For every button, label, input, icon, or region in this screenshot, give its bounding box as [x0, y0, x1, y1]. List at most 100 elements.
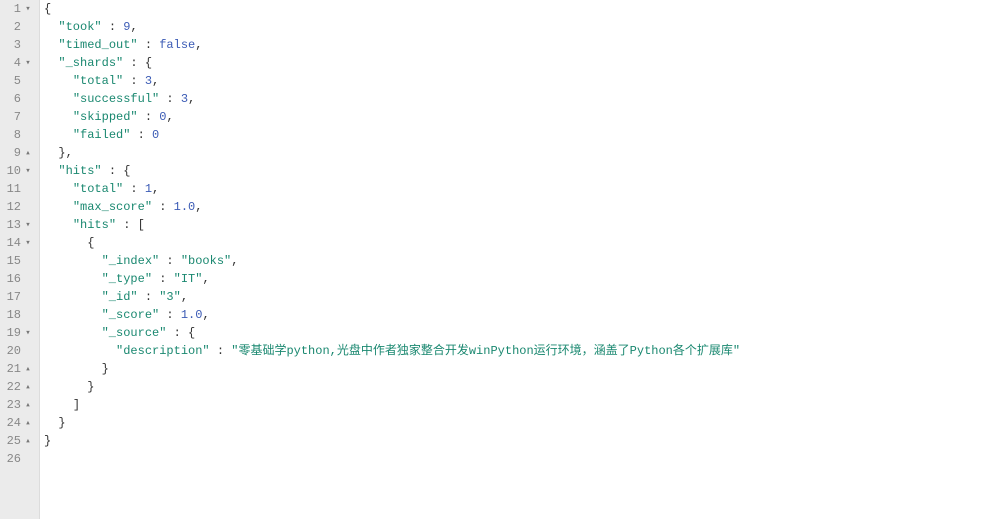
indent — [44, 306, 102, 324]
code-line[interactable]: "skipped" : 0, — [44, 108, 983, 126]
indent — [44, 360, 102, 378]
indent — [44, 36, 58, 54]
token-punc: }, — [58, 146, 72, 160]
token-punc: { — [87, 236, 94, 250]
fold-open-icon[interactable]: ▾ — [23, 162, 33, 180]
fold-open-icon[interactable]: ▾ — [23, 54, 33, 72]
token-num: 3 — [181, 92, 188, 106]
fold-close-icon[interactable]: ▴ — [23, 432, 33, 450]
token-punc: : — [130, 128, 152, 142]
line-number: 6 — [0, 90, 33, 108]
line-number: 26 — [0, 450, 33, 468]
code-line[interactable]: } — [44, 432, 983, 450]
code-line[interactable]: "_index" : "books", — [44, 252, 983, 270]
code-line[interactable]: } — [44, 414, 983, 432]
line-number: 18 — [0, 306, 33, 324]
code-line[interactable]: }, — [44, 144, 983, 162]
token-punc: , — [202, 308, 209, 322]
code-line[interactable]: "_type" : "IT", — [44, 270, 983, 288]
indent — [44, 54, 58, 72]
token-punc: } — [44, 434, 51, 448]
code-line[interactable]: "_shards" : { — [44, 54, 983, 72]
code-line[interactable]: "took" : 9, — [44, 18, 983, 36]
indent — [44, 108, 73, 126]
token-num: 1.0 — [174, 200, 196, 214]
token-punc: : — [123, 182, 145, 196]
token-punc: : — [152, 272, 174, 286]
token-punc: { — [44, 2, 51, 16]
code-line[interactable]: "total" : 3, — [44, 72, 983, 90]
token-key: "_id" — [102, 290, 138, 304]
line-number: 16 — [0, 270, 33, 288]
code-line[interactable]: { — [44, 234, 983, 252]
token-punc: : — [138, 290, 160, 304]
code-line[interactable]: "timed_out" : false, — [44, 36, 983, 54]
token-punc: : — [159, 254, 181, 268]
token-punc: , — [188, 92, 195, 106]
indent — [44, 216, 73, 234]
token-punc: } — [102, 362, 109, 376]
line-number: 10▾ — [0, 162, 33, 180]
line-number: 21▴ — [0, 360, 33, 378]
indent — [44, 270, 102, 288]
token-punc: : — [210, 344, 232, 358]
code-line[interactable]: ] — [44, 396, 983, 414]
code-line[interactable]: } — [44, 360, 983, 378]
token-punc: : — [159, 308, 181, 322]
token-punc: , — [195, 38, 202, 52]
fold-close-icon[interactable]: ▴ — [23, 396, 33, 414]
fold-close-icon[interactable]: ▴ — [23, 414, 33, 432]
token-punc: : — [159, 92, 181, 106]
token-punc: : { — [102, 164, 131, 178]
indent — [44, 198, 73, 216]
indent — [44, 18, 58, 36]
line-number: 17 — [0, 288, 33, 306]
token-punc: ] — [73, 398, 80, 412]
code-line[interactable]: "hits" : [ — [44, 216, 983, 234]
token-str: "IT" — [174, 272, 203, 286]
fold-close-icon[interactable]: ▴ — [23, 144, 33, 162]
code-line[interactable]: "description" : "零基础学python,光盘中作者独家整合开发w… — [44, 342, 983, 360]
token-num: 0 — [152, 128, 159, 142]
code-line[interactable]: "failed" : 0 — [44, 126, 983, 144]
line-number: 8 — [0, 126, 33, 144]
fold-open-icon[interactable]: ▾ — [23, 216, 33, 234]
code-content[interactable]: { "took" : 9, "timed_out" : false, "_sha… — [40, 0, 983, 519]
code-line[interactable]: } — [44, 378, 983, 396]
token-punc: } — [87, 380, 94, 394]
token-key: "timed_out" — [58, 38, 137, 52]
code-line[interactable]: { — [44, 0, 983, 18]
fold-open-icon[interactable]: ▾ — [23, 234, 33, 252]
token-punc: , — [181, 290, 188, 304]
line-number: 11 — [0, 180, 33, 198]
line-number: 23▴ — [0, 396, 33, 414]
token-key: "hits" — [73, 218, 116, 232]
token-punc: , — [166, 110, 173, 124]
line-number: 7 — [0, 108, 33, 126]
code-line[interactable]: "_id" : "3", — [44, 288, 983, 306]
code-line[interactable]: "_source" : { — [44, 324, 983, 342]
token-punc: : — [123, 74, 145, 88]
line-number: 13▾ — [0, 216, 33, 234]
token-punc: : — [152, 200, 174, 214]
token-key: "total" — [73, 74, 123, 88]
token-key: "description" — [116, 344, 210, 358]
line-number: 19▾ — [0, 324, 33, 342]
code-line[interactable]: "max_score" : 1.0, — [44, 198, 983, 216]
code-line[interactable]: "total" : 1, — [44, 180, 983, 198]
fold-open-icon[interactable]: ▾ — [23, 324, 33, 342]
code-line[interactable] — [44, 450, 983, 468]
code-line[interactable]: "hits" : { — [44, 162, 983, 180]
indent — [44, 180, 73, 198]
fold-close-icon[interactable]: ▴ — [23, 378, 33, 396]
line-number: 14▾ — [0, 234, 33, 252]
indent — [44, 72, 73, 90]
token-punc: } — [58, 416, 65, 430]
token-punc: , — [152, 74, 159, 88]
indent — [44, 324, 102, 342]
fold-open-icon[interactable]: ▾ — [23, 0, 33, 18]
code-line[interactable]: "_score" : 1.0, — [44, 306, 983, 324]
code-line[interactable]: "successful" : 3, — [44, 90, 983, 108]
line-number: 4▾ — [0, 54, 33, 72]
fold-close-icon[interactable]: ▴ — [23, 360, 33, 378]
